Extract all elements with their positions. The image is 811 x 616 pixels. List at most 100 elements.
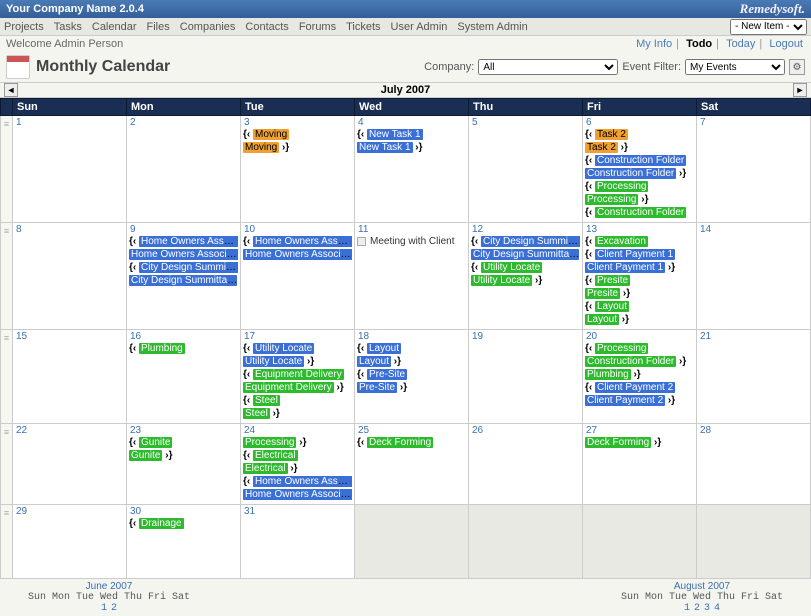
day-number[interactable]: 17	[241, 330, 258, 343]
event-item[interactable]: City Design Summitta... ›}	[471, 249, 580, 261]
week-handle[interactable]	[1, 505, 13, 579]
event-item[interactable]: Processing ›}	[585, 194, 694, 206]
day-cell[interactable]: 23{‹ GuniteGunite ›}	[127, 424, 241, 505]
event-filter-select[interactable]: My Events	[685, 59, 785, 75]
event-label[interactable]: Steel	[253, 395, 280, 406]
event-label[interactable]: Moving	[243, 142, 279, 153]
day-cell[interactable]	[355, 505, 469, 579]
event-item[interactable]: {‹ New Task 1	[357, 129, 466, 141]
mini-day[interactable]: 1	[101, 603, 107, 614]
day-cell[interactable]: 17{‹ Utility LocateUtility Locate ›}{‹ E…	[241, 330, 355, 424]
day-cell[interactable]: 18{‹ LayoutLayout ›}{‹ Pre-SitePre-Site …	[355, 330, 469, 424]
day-cell[interactable]: 10{‹ Home Owners Associat...Home Owners …	[241, 223, 355, 330]
day-cell[interactable]	[469, 505, 583, 579]
event-label[interactable]: Construction Folder	[585, 168, 676, 179]
event-item[interactable]: {‹ Drainage	[129, 518, 238, 530]
day-number[interactable]: 5	[469, 116, 481, 129]
mini-day[interactable]: 1	[684, 603, 690, 614]
day-cell[interactable]: 13{‹ Excavation{‹ Client Payment 1Client…	[583, 223, 697, 330]
day-number[interactable]: 25	[355, 424, 372, 437]
event-label[interactable]: New Task 1	[357, 142, 413, 153]
menu-companies[interactable]: Companies	[180, 21, 236, 33]
event-label[interactable]: Construction Folder	[585, 356, 676, 367]
day-number[interactable]: 21	[697, 330, 714, 343]
event-label[interactable]: Pre-Site	[357, 382, 397, 393]
event-label[interactable]: City Design Summitta...	[139, 262, 238, 273]
event-label[interactable]: Gunite	[129, 450, 162, 461]
day-cell[interactable]: 21	[697, 330, 811, 424]
event-label[interactable]: Task 2	[585, 142, 618, 153]
event-item[interactable]: Client Payment 2 ›}	[585, 395, 694, 407]
event-item[interactable]: {‹ Client Payment 1	[585, 249, 694, 261]
link-myinfo[interactable]: My Info	[636, 38, 672, 50]
day-cell[interactable]: 28	[697, 424, 811, 505]
event-item[interactable]: City Design Summitta... ›}	[129, 275, 238, 287]
event-item[interactable]: Deck Forming ›}	[585, 437, 694, 449]
day-number[interactable]: 8	[13, 223, 25, 236]
day-number[interactable]: 28	[697, 424, 714, 437]
event-item[interactable]: Layout ›}	[585, 314, 694, 326]
event-item[interactable]: {‹ Layout	[357, 343, 466, 355]
day-number[interactable]: 24	[241, 424, 258, 437]
event-item[interactable]: Home Owners Associat... ›}	[243, 489, 352, 501]
event-label[interactable]: Deck Forming	[585, 437, 651, 448]
event-item[interactable]: {‹ Task 2	[585, 129, 694, 141]
event-label[interactable]: Pre-Site	[367, 369, 407, 380]
event-label[interactable]: Plumbing	[139, 343, 185, 354]
event-label[interactable]: Home Owners Associat...	[243, 249, 352, 260]
event-item[interactable]: Steel ›}	[243, 408, 352, 420]
event-item[interactable]: Plumbing ›}	[585, 369, 694, 381]
day-number[interactable]: 2	[127, 116, 139, 129]
event-label[interactable]: Plumbing	[585, 369, 631, 380]
event-label[interactable]: Gunite	[139, 437, 172, 448]
event-item[interactable]: {‹ Construction Folder	[585, 155, 694, 167]
menu-tickets[interactable]: Tickets	[346, 21, 380, 33]
prev-month-button[interactable]: ◄	[4, 83, 18, 97]
event-item[interactable]: Meeting with Client	[357, 236, 466, 248]
day-cell[interactable]	[697, 505, 811, 579]
day-cell[interactable]: 29	[13, 505, 127, 579]
event-item[interactable]: {‹ Gunite	[129, 437, 238, 449]
mini-prev[interactable]: June 2007 Sun Mon Tue Wed Thu Fri Sat 12	[28, 581, 190, 614]
event-item[interactable]: {‹ City Design Summitta...	[471, 236, 580, 248]
event-item[interactable]: {‹ Presite	[585, 275, 694, 287]
link-logout[interactable]: Logout	[769, 38, 803, 50]
event-label[interactable]: Equipment Delivery	[253, 369, 344, 380]
event-label[interactable]: Home Owners Associat...	[243, 489, 352, 500]
event-item[interactable]: Task 2 ›}	[585, 142, 694, 154]
event-item[interactable]: {‹ Processing	[585, 181, 694, 193]
company-select[interactable]: All	[478, 59, 618, 75]
mini-day[interactable]: 2	[111, 603, 117, 614]
day-cell[interactable]: 1	[13, 116, 127, 223]
event-item[interactable]: Utility Locate ›}	[243, 356, 352, 368]
event-item[interactable]: {‹ Steel	[243, 395, 352, 407]
event-label[interactable]: Client Payment 2	[595, 382, 675, 393]
event-label[interactable]: Processing	[585, 194, 638, 205]
event-item[interactable]: {‹ Home Owners Associat...	[129, 236, 238, 248]
day-number[interactable]: 7	[697, 116, 709, 129]
event-label[interactable]: City Design Summitta...	[129, 275, 237, 286]
day-number[interactable]: 27	[583, 424, 600, 437]
event-label[interactable]: Utility Locate	[471, 275, 532, 286]
week-handle[interactable]	[1, 116, 13, 223]
event-item[interactable]: Equipment Delivery ›}	[243, 382, 352, 394]
event-item[interactable]: {‹ Moving	[243, 129, 352, 141]
day-cell[interactable]: 9{‹ Home Owners Associat...Home Owners A…	[127, 223, 241, 330]
day-cell[interactable]: 25{‹ Deck Forming	[355, 424, 469, 505]
day-number[interactable]: 10	[241, 223, 258, 236]
event-label[interactable]: Equipment Delivery	[243, 382, 334, 393]
event-item[interactable]: {‹ Layout	[585, 301, 694, 313]
day-number[interactable]: 12	[469, 223, 486, 236]
event-label[interactable]: Processing	[243, 437, 296, 448]
event-item[interactable]: {‹ Construction Folder	[585, 207, 694, 219]
event-label[interactable]: Moving	[253, 129, 289, 140]
day-cell[interactable]: 22	[13, 424, 127, 505]
event-label[interactable]: Layout	[357, 356, 391, 367]
event-item[interactable]: Pre-Site ›}	[357, 382, 466, 394]
event-label[interactable]: Layout	[585, 314, 619, 325]
event-label[interactable]: Meeting with Client	[368, 236, 456, 247]
event-item[interactable]: {‹ Electrical	[243, 450, 352, 462]
next-month-button[interactable]: ►	[793, 83, 807, 97]
day-cell[interactable]: 24Processing ›}{‹ ElectricalElectrical ›…	[241, 424, 355, 505]
event-item[interactable]: Construction Folder ›}	[585, 356, 694, 368]
